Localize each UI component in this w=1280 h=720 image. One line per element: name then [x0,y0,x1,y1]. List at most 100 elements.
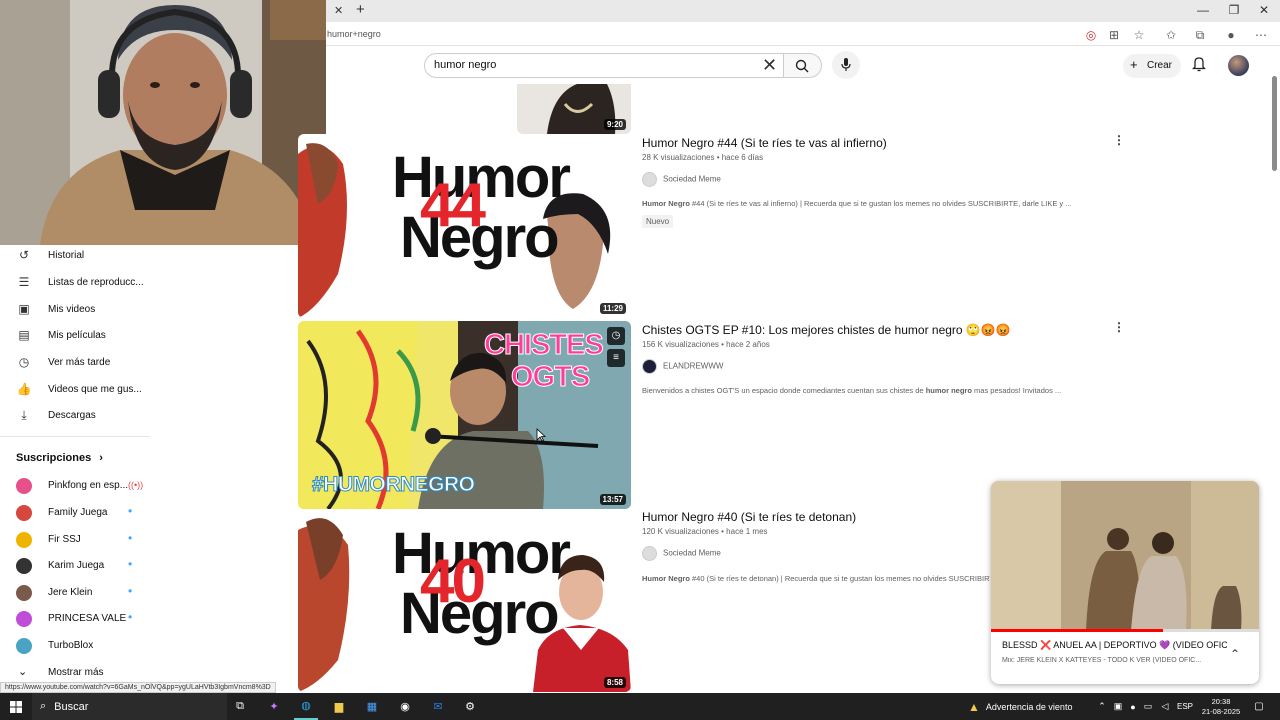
start-button[interactable] [0,693,32,720]
mini-player-subtitle: Mix: JERE KLEIN X KATTEYES - TODO K VER … [1002,657,1202,664]
tracking-icon[interactable]: ◎ [1084,28,1098,42]
subscription-name: Fir SSJ [48,534,81,545]
subscription-item[interactable]: Fir SSJ • [16,531,146,551]
subscription-item[interactable]: Family Juega • [16,504,146,524]
taskbar-search[interactable]: ⌕ Buscar [32,693,227,720]
voice-search-button[interactable] [832,51,860,79]
subscription-item[interactable]: PRINCESA VALE • [16,610,146,630]
subscription-item[interactable]: TurboBlox [16,637,146,657]
edge-browser-icon[interactable]: ◍ [294,693,318,720]
create-button[interactable]: + Crear [1123,54,1181,78]
more-actions-icon[interactable]: ⋮ [1113,133,1125,147]
task-view-icon[interactable]: ⧉ [228,693,252,720]
sidebar-item-my-videos[interactable]: ▣ Mis videos [16,302,156,322]
video-thumbnail[interactable]: Humor Negro 40 8:58 [298,510,631,692]
channel-avatar [642,359,657,374]
channel-avatar [642,172,657,187]
close-window-icon[interactable]: ✕ [1256,3,1272,17]
account-avatar[interactable] [1228,55,1249,76]
obs-icon[interactable]: ◉ [393,693,417,720]
chevron-right-icon: › [99,452,103,464]
more-menu-icon[interactable]: ⋯ [1254,28,1268,42]
new-content-dot-icon: • [128,610,133,624]
subscription-name: Family Juega [48,507,108,518]
description-highlight: Humor Negro [642,574,690,583]
tray-overflow-icon[interactable]: ⌃ [1095,693,1109,720]
channel-link[interactable]: ELANDREWWW [642,359,723,374]
new-tab-button[interactable]: + [356,1,365,18]
mini-player-progress-bar[interactable] [991,629,1259,632]
mini-player-title[interactable]: BLESSD ❌ ANUEL AA | DEPORTIVO 💜 (VIDEO O… [1002,640,1227,651]
subscription-item[interactable]: Karim Juega • [16,557,146,577]
search-button[interactable] [784,53,822,78]
video-thumbnail[interactable]: 9:20 [517,84,631,134]
new-badge: Nuevo [642,215,674,228]
file-explorer-icon[interactable]: ▆ [327,693,351,720]
favorites-icon[interactable]: ✩ [1164,28,1178,42]
new-content-dot-icon: • [128,557,133,571]
volume-icon[interactable]: ◁ [1158,693,1172,720]
playlist-icon: ☰ [18,275,30,289]
tray-app-icon[interactable]: ▣ [1112,693,1124,720]
sidebar-item-downloads[interactable]: ⤓ Descargas [16,408,156,428]
notifications-bell-icon[interactable] [1192,56,1206,72]
tab-close-button[interactable]: ✕ [334,4,343,17]
description-text: Bienvenidos a chistes OGT'S un espacio d… [642,386,926,395]
search-icon [795,59,809,73]
mini-player-video[interactable] [991,481,1259,631]
sidebar-item-history[interactable]: ↺ Historial [16,248,156,268]
notifications-icon[interactable]: ▢ [1250,693,1268,720]
copilot-icon[interactable]: ✦ [262,693,286,720]
video-title[interactable]: Humor Negro #44 (Si te ríes te vas al in… [642,136,887,150]
favorite-add-icon[interactable]: ☆ [1132,28,1146,42]
search-query-text[interactable]: humor negro [434,59,496,71]
video-meta: 28 K visualizaciones • hace 6 días [642,153,764,162]
weather-widget[interactable]: ▲ Advertencia de viento [968,693,1086,720]
outlook-icon[interactable]: ✉ [426,693,450,720]
restore-icon[interactable]: ❐ [1226,3,1242,17]
sidebar-item-playlists[interactable]: ☰ Listas de reproducc... [16,275,156,295]
description-text: #40 (Si te ríes te detonan) | Recuerda q… [689,574,990,583]
mini-player[interactable]: BLESSD ❌ ANUEL AA | DEPORTIVO 💜 (VIDEO O… [991,481,1259,684]
video-thumbnail[interactable]: Humor Negro 44 11:29 [298,134,631,318]
show-more-button[interactable]: ⌄ Mostrar más [16,664,146,684]
page-scrollbar[interactable] [1272,76,1277,171]
sidebar-item-label: Videos que me gus... [48,384,142,395]
clock[interactable]: 20:38 21-08-2025 [1196,693,1246,720]
live-icon: ((•)) [128,480,144,490]
network-icon[interactable]: ▭ [1142,693,1154,720]
sidebar-item-label: Mis películas [48,330,106,341]
expand-chevron-icon[interactable]: ⌃ [1230,647,1240,661]
collections-icon[interactable]: ⧉ [1193,28,1207,43]
more-actions-icon[interactable]: ⋮ [1113,320,1125,334]
sidebar-item-liked-videos[interactable]: 👍 Videos que me gus... [16,382,156,402]
settings-gear-icon[interactable]: ⚙ [458,693,482,720]
subscription-item[interactable]: Jere Klein • [16,584,146,604]
duration-badge: 11:29 [599,303,626,314]
weather-label: Advertencia de viento [985,701,1073,712]
add-to-queue-icon[interactable]: ≡ [607,349,625,367]
search-icon: ⌕ [40,700,47,712]
subscription-name: TurboBlox [48,640,94,651]
subscription-item[interactable]: Pinkfong en esp... ((•)) [16,477,146,497]
clear-search-icon[interactable]: ✕ [762,55,777,76]
channel-link[interactable]: Sociedad Meme [642,172,721,187]
plus-icon: + [1130,57,1138,72]
watch-later-icon[interactable]: ◷ [607,327,625,345]
channel-link[interactable]: Sociedad Meme [642,546,721,561]
sidebar-item-watch-later[interactable]: ◷ Ver más tarde [16,355,156,375]
subscriptions-header[interactable]: Suscripciones › [16,452,103,464]
video-thumbnail[interactable]: CHISTES OGTS #HUMORNEGRO ◷ ≡ 13:57 [298,321,631,509]
minimize-icon[interactable]: — [1195,3,1211,17]
store-icon[interactable]: ▦ [360,693,384,720]
windows-logo-icon [10,700,22,713]
app-available-icon[interactable]: ⊞ [1107,28,1121,42]
profile-icon[interactable]: ● [1224,28,1238,42]
video-title[interactable]: Humor Negro #40 (Si te ríes te detonan) [642,510,856,524]
sidebar-item-movies[interactable]: ▤ Mis películas [16,328,156,348]
microphone-icon[interactable]: ● [1127,693,1139,720]
url-text[interactable]: humor+negro [327,29,381,39]
video-title[interactable]: Chistes OGTS EP #10: Los mejores chistes… [642,323,1011,337]
language-indicator[interactable]: ESP [1175,693,1195,720]
show-more-label: Mostrar más [48,667,104,678]
